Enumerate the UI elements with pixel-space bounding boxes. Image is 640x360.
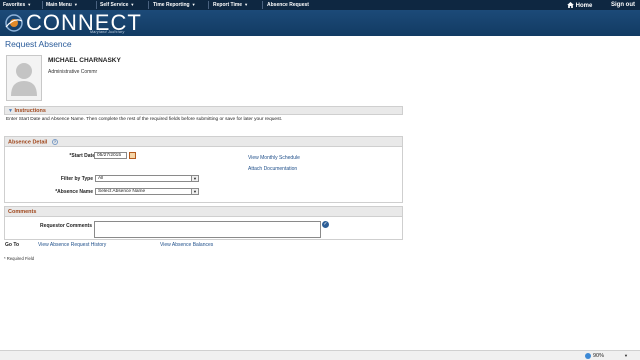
nav-self-service[interactable]: Self Service ▼: [100, 2, 134, 8]
top-navigation-bar: Favorites ▼ Main Menu ▼ Self Service ▼ Time…: [0, 0, 640, 10]
requestor-comments-label: Requestor Comments: [40, 223, 92, 229]
comments-title: Comments: [8, 208, 37, 215]
dropdown-arrow-icon: ▼: [73, 2, 78, 7]
start-date-label: *Start Date: [69, 153, 95, 159]
zoom-icon: [585, 353, 591, 359]
instructions-header: ▼ Instructions: [8, 108, 46, 114]
filter-by-type-label: Filter by Type: [60, 176, 93, 182]
dropdown-arrow-icon: ▼: [191, 2, 196, 7]
absence-detail-header: Absence Detail ?: [5, 137, 402, 147]
nav-absence-request[interactable]: Absence Request: [267, 2, 309, 8]
employee-name: MICHAEL CHARNASKY: [48, 57, 121, 64]
instructions-text: Enter Start Date and Absence Name. Then …: [6, 117, 283, 122]
home-link[interactable]: Home: [567, 2, 592, 9]
view-absence-request-history-link[interactable]: View Absence Request History: [38, 242, 106, 248]
dropdown-arrow-icon: ▼: [244, 2, 249, 7]
browser-status-bar: 90% ▼: [0, 350, 640, 360]
filter-by-type-select[interactable]: All ▼: [95, 175, 199, 182]
dropdown-arrow-icon: ▼: [130, 2, 135, 7]
chevron-down-icon[interactable]: ▼: [624, 353, 628, 358]
chevron-down-icon: ▼: [191, 189, 198, 194]
page-title: Request Absence: [5, 39, 72, 49]
nav-time-reporting[interactable]: Time Reporting ▼: [153, 2, 196, 8]
spell-check-icon[interactable]: ✓: [322, 221, 329, 228]
absence-name-select[interactable]: Select Absence Name ▼: [95, 188, 199, 195]
view-absence-balances-link[interactable]: View Absence Balances: [160, 242, 213, 248]
sign-out-link[interactable]: Sign out: [611, 2, 635, 8]
comments-header: Comments: [5, 207, 402, 217]
home-icon: [567, 2, 574, 8]
chevron-down-icon: ▼: [191, 176, 198, 181]
nav-separator: [96, 1, 97, 9]
person-silhouette-icon: [11, 63, 37, 96]
view-monthly-schedule-link[interactable]: View Monthly Schedule: [248, 155, 300, 161]
zoom-level[interactable]: 90%: [593, 353, 604, 359]
nav-main-menu[interactable]: Main Menu ▼: [46, 2, 78, 8]
absence-detail-title: Absence Detail ?: [8, 138, 58, 145]
connect-logo-icon: [5, 14, 23, 32]
requestor-comments-textarea[interactable]: [94, 221, 321, 238]
dropdown-arrow-icon: ▼: [27, 2, 32, 7]
nav-favorites[interactable]: Favorites ▼: [3, 2, 31, 8]
start-date-input[interactable]: 05/27/2015: [94, 152, 127, 159]
go-to-label: Go To: [5, 242, 20, 248]
avatar: [6, 55, 42, 101]
nav-separator: [262, 1, 263, 9]
nav-separator: [148, 1, 149, 9]
absence-name-label: *Absence Name: [55, 189, 93, 195]
calendar-icon[interactable]: [129, 152, 136, 159]
help-icon[interactable]: ?: [51, 138, 58, 145]
nav-separator: [208, 1, 209, 9]
nav-separator: [42, 1, 43, 9]
instructions-section-header[interactable]: ▼ Instructions: [4, 106, 403, 115]
brand-banner: CONNECT Maryland Judiciary: [0, 10, 640, 36]
collapse-triangle-icon: ▼: [8, 108, 13, 114]
required-field-note: * Required Field: [4, 256, 35, 261]
brand-subtitle: Maryland Judiciary: [90, 30, 125, 34]
nav-report-time[interactable]: Report Time ▼: [213, 2, 248, 8]
employee-title: Administrative Commr: [48, 69, 98, 75]
attach-documentation-link[interactable]: Attach Documentation: [248, 166, 297, 172]
